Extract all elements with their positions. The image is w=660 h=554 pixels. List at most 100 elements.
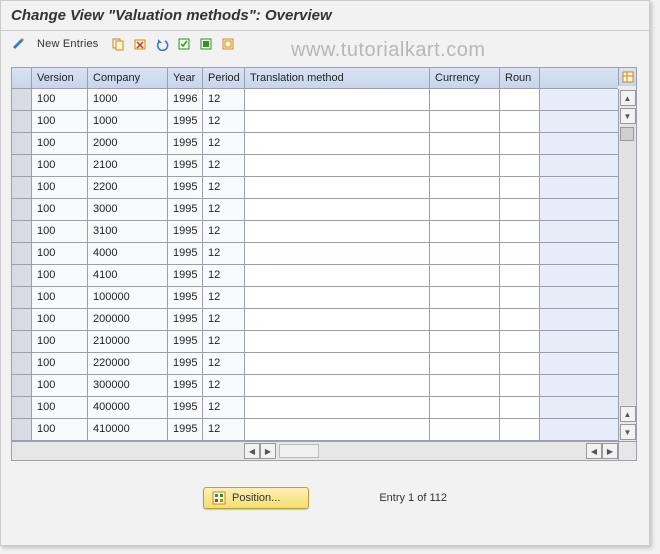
row-selector[interactable] xyxy=(12,309,32,330)
cell-company[interactable]: 3100 xyxy=(88,221,168,242)
cell-version[interactable]: 100 xyxy=(32,221,88,242)
vertical-scrollbar[interactable]: ▲ ▼ ▲ ▼ xyxy=(618,89,636,441)
cell-year[interactable]: 1995 xyxy=(168,331,203,352)
cell-version[interactable]: 100 xyxy=(32,133,88,154)
cell-round[interactable] xyxy=(500,111,540,132)
row-selector[interactable] xyxy=(12,111,32,132)
cell-company[interactable]: 410000 xyxy=(88,419,168,440)
cell-year[interactable]: 1995 xyxy=(168,111,203,132)
undo-icon[interactable] xyxy=(153,35,171,53)
cell-year[interactable]: 1995 xyxy=(168,397,203,418)
cell-period[interactable]: 12 xyxy=(203,89,245,110)
cell-currency[interactable] xyxy=(430,419,500,440)
column-selector[interactable] xyxy=(12,68,32,88)
cell-year[interactable]: 1995 xyxy=(168,177,203,198)
cell-year[interactable]: 1995 xyxy=(168,309,203,330)
cell-round[interactable] xyxy=(500,221,540,242)
cell-year[interactable]: 1995 xyxy=(168,353,203,374)
cell-year[interactable]: 1995 xyxy=(168,221,203,242)
cell-period[interactable]: 12 xyxy=(203,199,245,220)
cell-round[interactable] xyxy=(500,397,540,418)
cell-year[interactable]: 1995 xyxy=(168,155,203,176)
delete-entry-icon[interactable] xyxy=(131,35,149,53)
cell-period[interactable]: 12 xyxy=(203,331,245,352)
cell-currency[interactable] xyxy=(430,243,500,264)
cell-version[interactable]: 100 xyxy=(32,353,88,374)
cell-period[interactable]: 12 xyxy=(203,133,245,154)
cell-translation-method[interactable] xyxy=(245,419,430,440)
cell-year[interactable]: 1995 xyxy=(168,243,203,264)
scroll-up-button[interactable]: ▲ xyxy=(620,90,636,106)
row-selector[interactable] xyxy=(12,133,32,154)
cell-company[interactable]: 300000 xyxy=(88,375,168,396)
cell-year[interactable]: 1995 xyxy=(168,199,203,220)
cell-round[interactable] xyxy=(500,265,540,286)
cell-round[interactable] xyxy=(500,133,540,154)
cell-currency[interactable] xyxy=(430,221,500,242)
cell-company[interactable]: 1000 xyxy=(88,89,168,110)
cell-period[interactable]: 12 xyxy=(203,309,245,330)
cell-round[interactable] xyxy=(500,155,540,176)
cell-version[interactable]: 100 xyxy=(32,397,88,418)
cell-round[interactable] xyxy=(500,243,540,264)
cell-currency[interactable] xyxy=(430,287,500,308)
cell-company[interactable]: 220000 xyxy=(88,353,168,374)
row-selector[interactable] xyxy=(12,199,32,220)
cell-round[interactable] xyxy=(500,287,540,308)
row-selector[interactable] xyxy=(12,375,32,396)
toggle-display-change-icon[interactable] xyxy=(9,35,27,53)
cell-translation-method[interactable] xyxy=(245,331,430,352)
horizontal-scrollbar[interactable]: ◀ ▶ ◀ ▶ xyxy=(12,442,618,460)
cell-translation-method[interactable] xyxy=(245,353,430,374)
column-year[interactable]: Year xyxy=(168,68,203,88)
scroll-right-button[interactable]: ▶ xyxy=(260,443,276,459)
cell-currency[interactable] xyxy=(430,89,500,110)
row-selector[interactable] xyxy=(12,89,32,110)
cell-company[interactable]: 2100 xyxy=(88,155,168,176)
cell-version[interactable]: 100 xyxy=(32,199,88,220)
scroll-thumb[interactable] xyxy=(620,127,634,141)
cell-company[interactable]: 3000 xyxy=(88,199,168,220)
cell-year[interactable]: 1995 xyxy=(168,375,203,396)
row-selector[interactable] xyxy=(12,287,32,308)
column-round[interactable]: Roun xyxy=(500,68,540,88)
cell-company[interactable]: 200000 xyxy=(88,309,168,330)
cell-currency[interactable] xyxy=(430,155,500,176)
cell-translation-method[interactable] xyxy=(245,177,430,198)
cell-company[interactable]: 4100 xyxy=(88,265,168,286)
cell-period[interactable]: 12 xyxy=(203,177,245,198)
cell-version[interactable]: 100 xyxy=(32,419,88,440)
cell-company[interactable]: 400000 xyxy=(88,397,168,418)
cell-company[interactable]: 1000 xyxy=(88,111,168,132)
scroll-track[interactable] xyxy=(620,125,636,405)
cell-round[interactable] xyxy=(500,353,540,374)
cell-round[interactable] xyxy=(500,375,540,396)
row-selector[interactable] xyxy=(12,243,32,264)
select-block-icon[interactable] xyxy=(197,35,215,53)
scroll-left-end-button[interactable]: ◀ xyxy=(586,443,602,459)
cell-year[interactable]: 1995 xyxy=(168,419,203,440)
cell-currency[interactable] xyxy=(430,397,500,418)
cell-currency[interactable] xyxy=(430,353,500,374)
cell-translation-method[interactable] xyxy=(245,243,430,264)
row-selector[interactable] xyxy=(12,331,32,352)
cell-version[interactable]: 100 xyxy=(32,243,88,264)
row-selector[interactable] xyxy=(12,221,32,242)
cell-currency[interactable] xyxy=(430,265,500,286)
table-settings-icon[interactable] xyxy=(618,68,636,86)
cell-version[interactable]: 100 xyxy=(32,375,88,396)
position-button[interactable]: Position... xyxy=(203,487,309,509)
cell-year[interactable]: 1995 xyxy=(168,133,203,154)
cell-round[interactable] xyxy=(500,177,540,198)
cell-period[interactable]: 12 xyxy=(203,265,245,286)
cell-currency[interactable] xyxy=(430,199,500,220)
row-selector[interactable] xyxy=(12,177,32,198)
row-selector[interactable] xyxy=(12,397,32,418)
column-translation-method[interactable]: Translation method xyxy=(245,68,430,88)
cell-version[interactable]: 100 xyxy=(32,111,88,132)
cell-period[interactable]: 12 xyxy=(203,419,245,440)
row-selector[interactable] xyxy=(12,353,32,374)
row-selector[interactable] xyxy=(12,419,32,440)
scroll-down-button[interactable]: ▼ xyxy=(620,424,636,440)
cell-period[interactable]: 12 xyxy=(203,243,245,264)
